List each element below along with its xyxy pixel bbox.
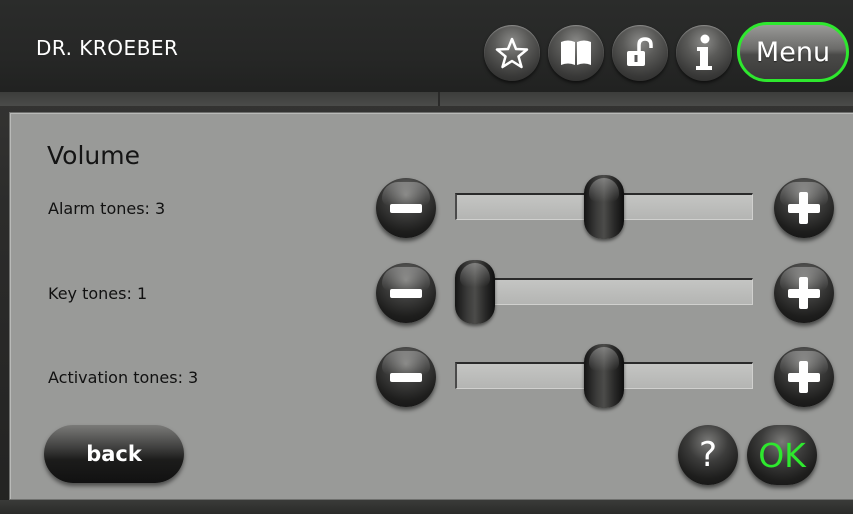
help-button[interactable]: ? [678,425,738,485]
panel-heading: Volume [47,141,140,170]
minus-icon [390,203,422,213]
star-icon [495,37,529,69]
key-tones-increase-button[interactable] [774,263,834,323]
key-tones-slider-track[interactable] [455,278,753,305]
alarm-tones-label: Alarm tones: 3 [48,199,166,218]
lock-button[interactable] [612,25,668,81]
manual-button[interactable] [548,25,604,81]
key-tones-decrease-button[interactable] [376,263,436,323]
info-icon [696,34,712,70]
header-strip-separator [438,92,440,106]
header-bar: DR. KROEBER Menu [0,0,853,96]
page-title: DR. KROEBER [36,36,179,60]
ok-button[interactable]: OK [747,425,817,485]
back-button[interactable]: back [44,425,184,483]
favorites-button[interactable] [484,25,540,81]
minus-icon [390,288,422,298]
volume-settings-screen: DR. KROEBER Menu Volume Alarm tones: 3 K… [0,0,853,514]
header-divider-strip [0,92,853,106]
alarm-tones-increase-button[interactable] [774,178,834,238]
alarm-tones-slider-thumb[interactable] [584,175,624,239]
activation-tones-label: Activation tones: 3 [48,368,199,387]
key-tones-slider-thumb[interactable] [455,260,495,324]
activation-tones-decrease-button[interactable] [376,347,436,407]
info-button[interactable] [676,25,732,81]
alarm-tones-decrease-button[interactable] [376,178,436,238]
activation-tones-increase-button[interactable] [774,347,834,407]
key-tones-label: Key tones: 1 [48,284,148,303]
bottom-strip [0,500,853,514]
activation-tones-slider-thumb[interactable] [584,344,624,408]
minus-icon [390,372,422,382]
unlock-icon [627,37,653,66]
book-icon [561,40,591,65]
menu-button[interactable]: Menu [737,22,849,82]
